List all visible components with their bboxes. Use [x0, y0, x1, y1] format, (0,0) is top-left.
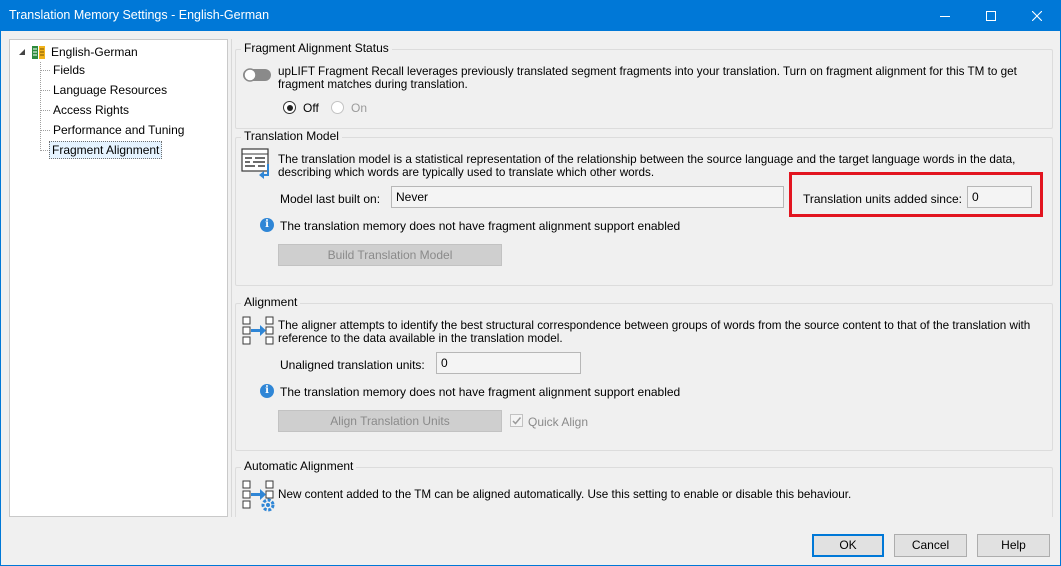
build-translation-model-button[interactable]: Build Translation Model: [278, 244, 502, 266]
fragment-status-group: Fragment Alignment Status upLIFT Fragmen…: [235, 41, 1053, 129]
help-button[interactable]: Help: [977, 534, 1050, 557]
toggle-switch-icon[interactable]: [242, 67, 272, 83]
settings-tree: English-German Fields Language Resources…: [9, 39, 228, 517]
alignment-group: Alignment The aligner attempts to identi…: [235, 295, 1053, 451]
unaligned-units-field[interactable]: 0: [436, 352, 581, 374]
on-radio-label[interactable]: On: [351, 101, 367, 115]
translation-model-info-text: The translation memory does not have fra…: [280, 219, 681, 233]
tree-connector: [40, 62, 41, 151]
tree-item-access-rights[interactable]: Access Rights: [51, 101, 131, 119]
close-icon: [1032, 10, 1042, 21]
info-icon: i: [260, 384, 274, 398]
alignment-title: Alignment: [241, 295, 301, 309]
model-last-built-field[interactable]: Never: [391, 186, 784, 208]
tree-item-fragment-alignment[interactable]: Fragment Alignment: [49, 141, 163, 159]
ok-button[interactable]: OK: [812, 534, 884, 557]
tree-connector: [41, 130, 50, 131]
maximize-icon: [986, 10, 996, 21]
tree-root-english-german[interactable]: English-German: [18, 43, 138, 61]
collapse-triangle-icon[interactable]: [18, 48, 26, 56]
align-translation-units-button[interactable]: Align Translation Units: [278, 410, 502, 432]
window-title: Translation Memory Settings - English-Ge…: [9, 8, 270, 22]
quick-align-checkbox[interactable]: [510, 414, 523, 427]
unaligned-units-label: Unaligned translation units:: [280, 358, 425, 372]
cancel-button[interactable]: Cancel: [894, 534, 967, 557]
fragment-status-description: upLIFT Fragment Recall leverages previou…: [278, 65, 1017, 91]
title-bar: Translation Memory Settings - English-Ge…: [0, 0, 1061, 31]
close-button[interactable]: [1014, 0, 1060, 31]
off-radio-label[interactable]: Off: [303, 101, 319, 115]
tree-connector: [41, 110, 50, 111]
tree-item-performance-and-tuning[interactable]: Performance and Tuning: [51, 121, 186, 139]
tree-connector: [41, 70, 50, 71]
automatic-alignment-group: Automatic Alignment New content added to…: [235, 459, 1053, 517]
automatic-alignment-description: New content added to the TM can be align…: [278, 488, 852, 501]
tree-item-language-resources[interactable]: Language Resources: [51, 81, 169, 99]
model-last-built-label: Model last built on:: [280, 192, 381, 206]
info-icon: i: [260, 218, 274, 232]
settings-content: Fragment Alignment Status upLIFT Fragmen…: [233, 39, 1057, 517]
maximize-button[interactable]: [968, 0, 1014, 31]
panel-splitter[interactable]: [228, 39, 232, 517]
translation-model-icon: [241, 148, 269, 179]
fragment-status-title: Fragment Alignment Status: [241, 41, 392, 55]
off-radio[interactable]: [283, 101, 296, 114]
tree-connector: [41, 90, 50, 91]
translation-model-title: Translation Model: [241, 129, 342, 143]
on-radio[interactable]: [331, 101, 344, 114]
alignment-description: The aligner attempts to identify the bes…: [278, 319, 1031, 345]
alignment-info-text: The translation memory does not have fra…: [280, 385, 681, 399]
highlight-box: [789, 172, 1043, 217]
aligner-icon: [242, 316, 274, 345]
automatic-alignment-title: Automatic Alignment: [241, 459, 357, 473]
translation-memory-icon: [32, 45, 45, 59]
tree-item-fields[interactable]: Fields: [51, 61, 87, 79]
minimize-button[interactable]: [922, 0, 968, 31]
minimize-icon: [940, 15, 950, 17]
auto-align-gear-icon: [242, 480, 275, 512]
tree-root-label: English-German: [51, 45, 138, 59]
quick-align-label[interactable]: Quick Align: [528, 415, 588, 429]
checkmark-icon: [512, 417, 522, 425]
